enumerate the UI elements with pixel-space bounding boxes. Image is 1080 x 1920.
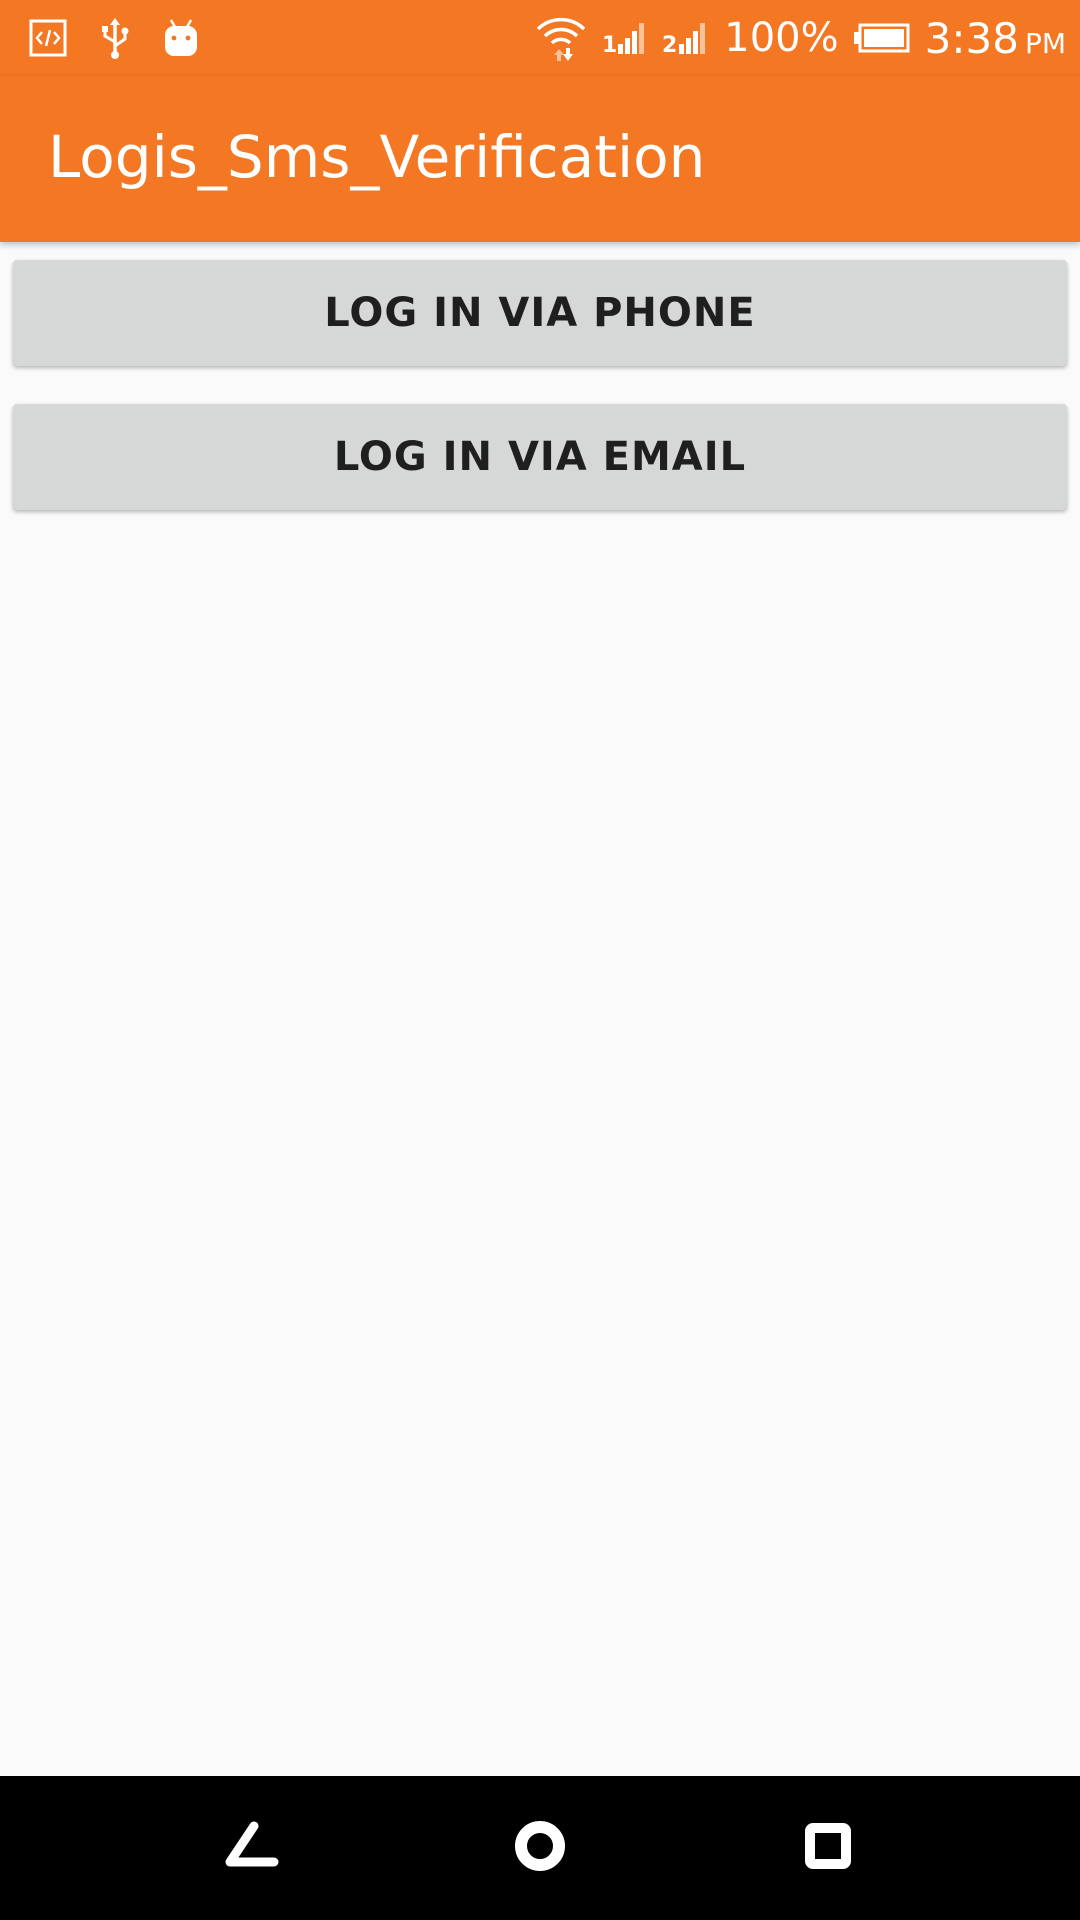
status-left-icons [28, 14, 200, 62]
recents-icon [803, 1821, 853, 1876]
home-icon [512, 1818, 568, 1879]
clock: 3:38 PM [925, 14, 1066, 63]
app-bar: Logis_Sms_Verification [0, 76, 1080, 242]
home-button[interactable] [504, 1812, 576, 1884]
status-bar: 1 2 100% 3:38 PM [0, 0, 1080, 76]
wifi-icon [534, 13, 588, 63]
battery-percent: 100% [724, 15, 839, 61]
status-right-icons: 1 2 100% 3:38 PM [534, 10, 1066, 66]
sim2-label: 2 [662, 33, 677, 58]
dev-code-icon [28, 18, 68, 58]
signal-sim1-icon: 1 [602, 18, 648, 58]
usb-icon [98, 16, 132, 60]
back-icon [222, 1821, 282, 1876]
clock-time: 3:38 [924, 13, 1019, 63]
page-title: Logis_Sms_Verification [48, 123, 706, 191]
sim1-label: 1 [602, 33, 617, 58]
login-via-email-button[interactable]: LOG IN VIA EMAIL [13, 404, 1067, 510]
screen: 1 2 100% 3:38 PM Logis_Sms_Verification … [0, 0, 1080, 1920]
clock-ampm: PM [1024, 26, 1066, 60]
signal-sim2-icon: 2 [662, 18, 710, 58]
navigation-bar [0, 1776, 1080, 1920]
recents-button[interactable] [792, 1812, 864, 1884]
battery-icon [853, 22, 911, 54]
login-via-phone-button[interactable]: LOG IN VIA PHONE [13, 260, 1067, 366]
back-button[interactable] [216, 1812, 288, 1884]
android-icon [162, 17, 200, 59]
